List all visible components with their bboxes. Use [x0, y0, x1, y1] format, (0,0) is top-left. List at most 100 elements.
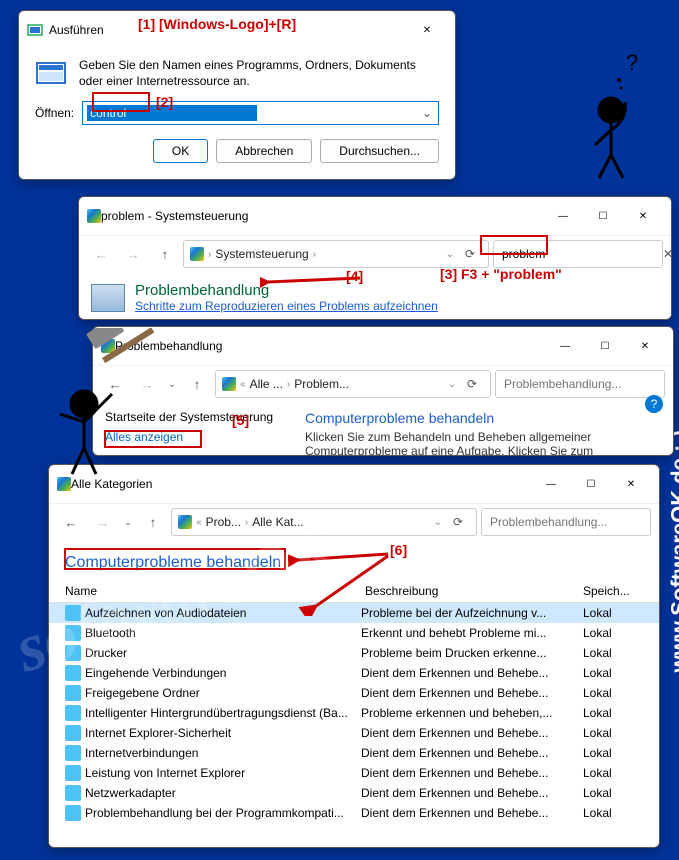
browse-button[interactable]: Durchsuchen...: [320, 139, 439, 163]
maximize-button[interactable]: ☐: [583, 203, 623, 229]
svg-text:?: ?: [626, 50, 638, 75]
up-button[interactable]: ↑: [151, 240, 179, 268]
list-item[interactable]: Intelligenter Hintergrundübertragungsdie…: [49, 703, 659, 723]
forward-button[interactable]: →: [119, 240, 147, 268]
item-loc: Lokal: [583, 746, 643, 760]
minimize-button[interactable]: —: [543, 203, 583, 229]
item-desc: Probleme beim Drucken erkenne...: [361, 646, 583, 660]
item-name: Bluetooth: [85, 626, 136, 640]
item-icon: [65, 765, 81, 781]
breadcrumb[interactable]: Alle ...: [250, 377, 283, 391]
open-input[interactable]: [87, 105, 256, 121]
breadcrumb[interactable]: Alle Kat...: [252, 515, 303, 529]
col-desc[interactable]: Beschreibung: [365, 584, 583, 598]
list-item[interactable]: Aufzeichnen von AudiodateienProbleme bei…: [49, 603, 659, 623]
list-item[interactable]: Freigegebene Ordner Dient dem Erkennen un…: [49, 683, 659, 703]
troubleshoot-icon: [91, 284, 125, 312]
back-button[interactable]: ←: [57, 508, 85, 536]
col-loc[interactable]: Speich...: [583, 584, 643, 598]
control-panel-icon: [190, 247, 204, 261]
refresh-icon[interactable]: ⟳: [458, 247, 482, 261]
item-loc: Lokal: [583, 626, 643, 640]
search-input[interactable]: [500, 246, 659, 262]
breadcrumb[interactable]: Prob...: [206, 515, 241, 529]
list-header: Name Beschreibung Speich...: [49, 580, 659, 603]
list-item[interactable]: Leistung von Internet ExplorerDient dem …: [49, 763, 659, 783]
search-box[interactable]: [495, 370, 665, 398]
address-bar[interactable]: « Prob... › Alle Kat... ⌄ ⟳: [171, 508, 477, 536]
item-desc: Dient dem Erkennen und Behebe...: [361, 766, 583, 780]
item-name: Intelligenter Hintergrundübertragungsdie…: [85, 706, 348, 720]
item-icon: [65, 605, 81, 621]
win3-nav: ← → ⌄ ↑ « Alle ... › Problem... ⌄ ⟳: [93, 365, 673, 402]
close-button[interactable]: ✕: [625, 333, 665, 359]
breadcrumb[interactable]: Systemsteuerung: [215, 247, 308, 261]
chevron-right-icon: ›: [287, 379, 290, 390]
control-panel-icon: [178, 515, 192, 529]
chevron-down-icon[interactable]: ⌄: [446, 249, 454, 260]
close-button[interactable]: ✕: [623, 203, 663, 229]
close-button[interactable]: ✕: [611, 471, 651, 497]
item-loc: Lokal: [583, 786, 643, 800]
result-sublink[interactable]: Schritte zum Reproduzieren eines Problem…: [135, 299, 438, 313]
search-result: Problembehandlung Schritte zum Reproduzi…: [91, 278, 659, 313]
list-item[interactable]: DruckerProbleme beim Drucken erkenne...L…: [49, 643, 659, 663]
chevron-down-icon[interactable]: ⌄: [420, 106, 434, 120]
minimize-button[interactable]: —: [531, 471, 571, 497]
result-link[interactable]: Problembehandlung: [135, 282, 269, 299]
item-icon: [65, 625, 81, 641]
address-bar[interactable]: « Alle ... › Problem... ⌄ ⟳: [215, 370, 491, 398]
chevron-down-icon[interactable]: ⌄: [121, 508, 135, 536]
chevron-down-icon[interactable]: ⌄: [448, 379, 456, 390]
search-input[interactable]: [488, 514, 647, 530]
right-body: Klicken Sie zum Behandeln und Beheben al…: [305, 430, 661, 456]
back-button[interactable]: ←: [87, 240, 115, 268]
item-desc: Dient dem Erkennen und Behebe...: [361, 806, 583, 820]
item-name: Internet Explorer-Sicherheit: [85, 726, 231, 740]
item-name: Eingehende Verbindungen: [85, 666, 226, 680]
item-loc: Lokal: [583, 666, 643, 680]
close-button[interactable]: ✕: [407, 17, 447, 43]
list-item[interactable]: NetzwerkadapterDient dem Erkennen und Be…: [49, 783, 659, 803]
win2-title: problem - Systemsteuerung: [101, 209, 543, 223]
clear-search-icon[interactable]: ✕: [663, 247, 672, 261]
refresh-icon[interactable]: ⟳: [460, 377, 484, 391]
col-name[interactable]: Name: [65, 584, 365, 598]
list-item[interactable]: InternetverbindungenDient dem Erkennen u…: [49, 743, 659, 763]
troubleshooting-window: Problembehandlung — ☐ ✕ ← → ⌄ ↑ « Alle .…: [92, 326, 674, 456]
item-desc: Dient dem Erkennen und Behebe...: [361, 686, 583, 700]
minimize-button[interactable]: —: [545, 333, 585, 359]
ok-button[interactable]: OK: [153, 139, 208, 163]
breadcrumb[interactable]: Problem...: [294, 377, 349, 391]
search-box[interactable]: ✕: [493, 240, 663, 268]
search-input[interactable]: [502, 376, 661, 392]
list-body: Aufzeichnen von AudiodateienProbleme bei…: [49, 603, 659, 833]
item-desc: Dient dem Erkennen und Behebe...: [361, 786, 583, 800]
side-credit: www.SoftwareOK.de :-): [666, 430, 679, 672]
list-item[interactable]: Internet Explorer-SicherheitDient dem Er…: [49, 723, 659, 743]
stick-figure-thinking: ?: [571, 50, 651, 180]
run-title: Ausführen: [49, 23, 407, 37]
maximize-button[interactable]: ☐: [585, 333, 625, 359]
item-desc: Erkennt und behebt Probleme mi...: [361, 626, 583, 640]
up-button[interactable]: ↑: [183, 370, 211, 398]
refresh-icon[interactable]: ⟳: [446, 515, 470, 529]
chevron-down-icon[interactable]: ⌄: [434, 517, 442, 528]
item-loc: Lokal: [583, 766, 643, 780]
address-bar[interactable]: › Systemsteuerung › ⌄ ⟳: [183, 240, 489, 268]
item-name: Freigegebene Ordner: [85, 686, 200, 700]
help-icon[interactable]: ?: [645, 395, 663, 413]
cancel-button[interactable]: Abbrechen: [216, 139, 312, 163]
chevron-right-icon: ›: [245, 517, 248, 528]
open-combobox[interactable]: ⌄: [82, 101, 439, 125]
forward-button[interactable]: →: [89, 508, 117, 536]
list-item[interactable]: Problembehandlung bei der Programmkompat…: [49, 803, 659, 823]
up-button[interactable]: ↑: [139, 508, 167, 536]
list-item[interactable]: Eingehende VerbindungenDient dem Erkenne…: [49, 663, 659, 683]
item-desc: Dient dem Erkennen und Behebe...: [361, 746, 583, 760]
search-box[interactable]: [481, 508, 651, 536]
all-categories-window: Alle Kategorien — ☐ ✕ ← → ⌄ ↑ « Prob... …: [48, 464, 660, 848]
list-item[interactable]: Bluetooth Erkennt und behebt Probleme mi.…: [49, 623, 659, 643]
win4-title: Alle Kategorien: [71, 477, 531, 491]
maximize-button[interactable]: ☐: [571, 471, 611, 497]
